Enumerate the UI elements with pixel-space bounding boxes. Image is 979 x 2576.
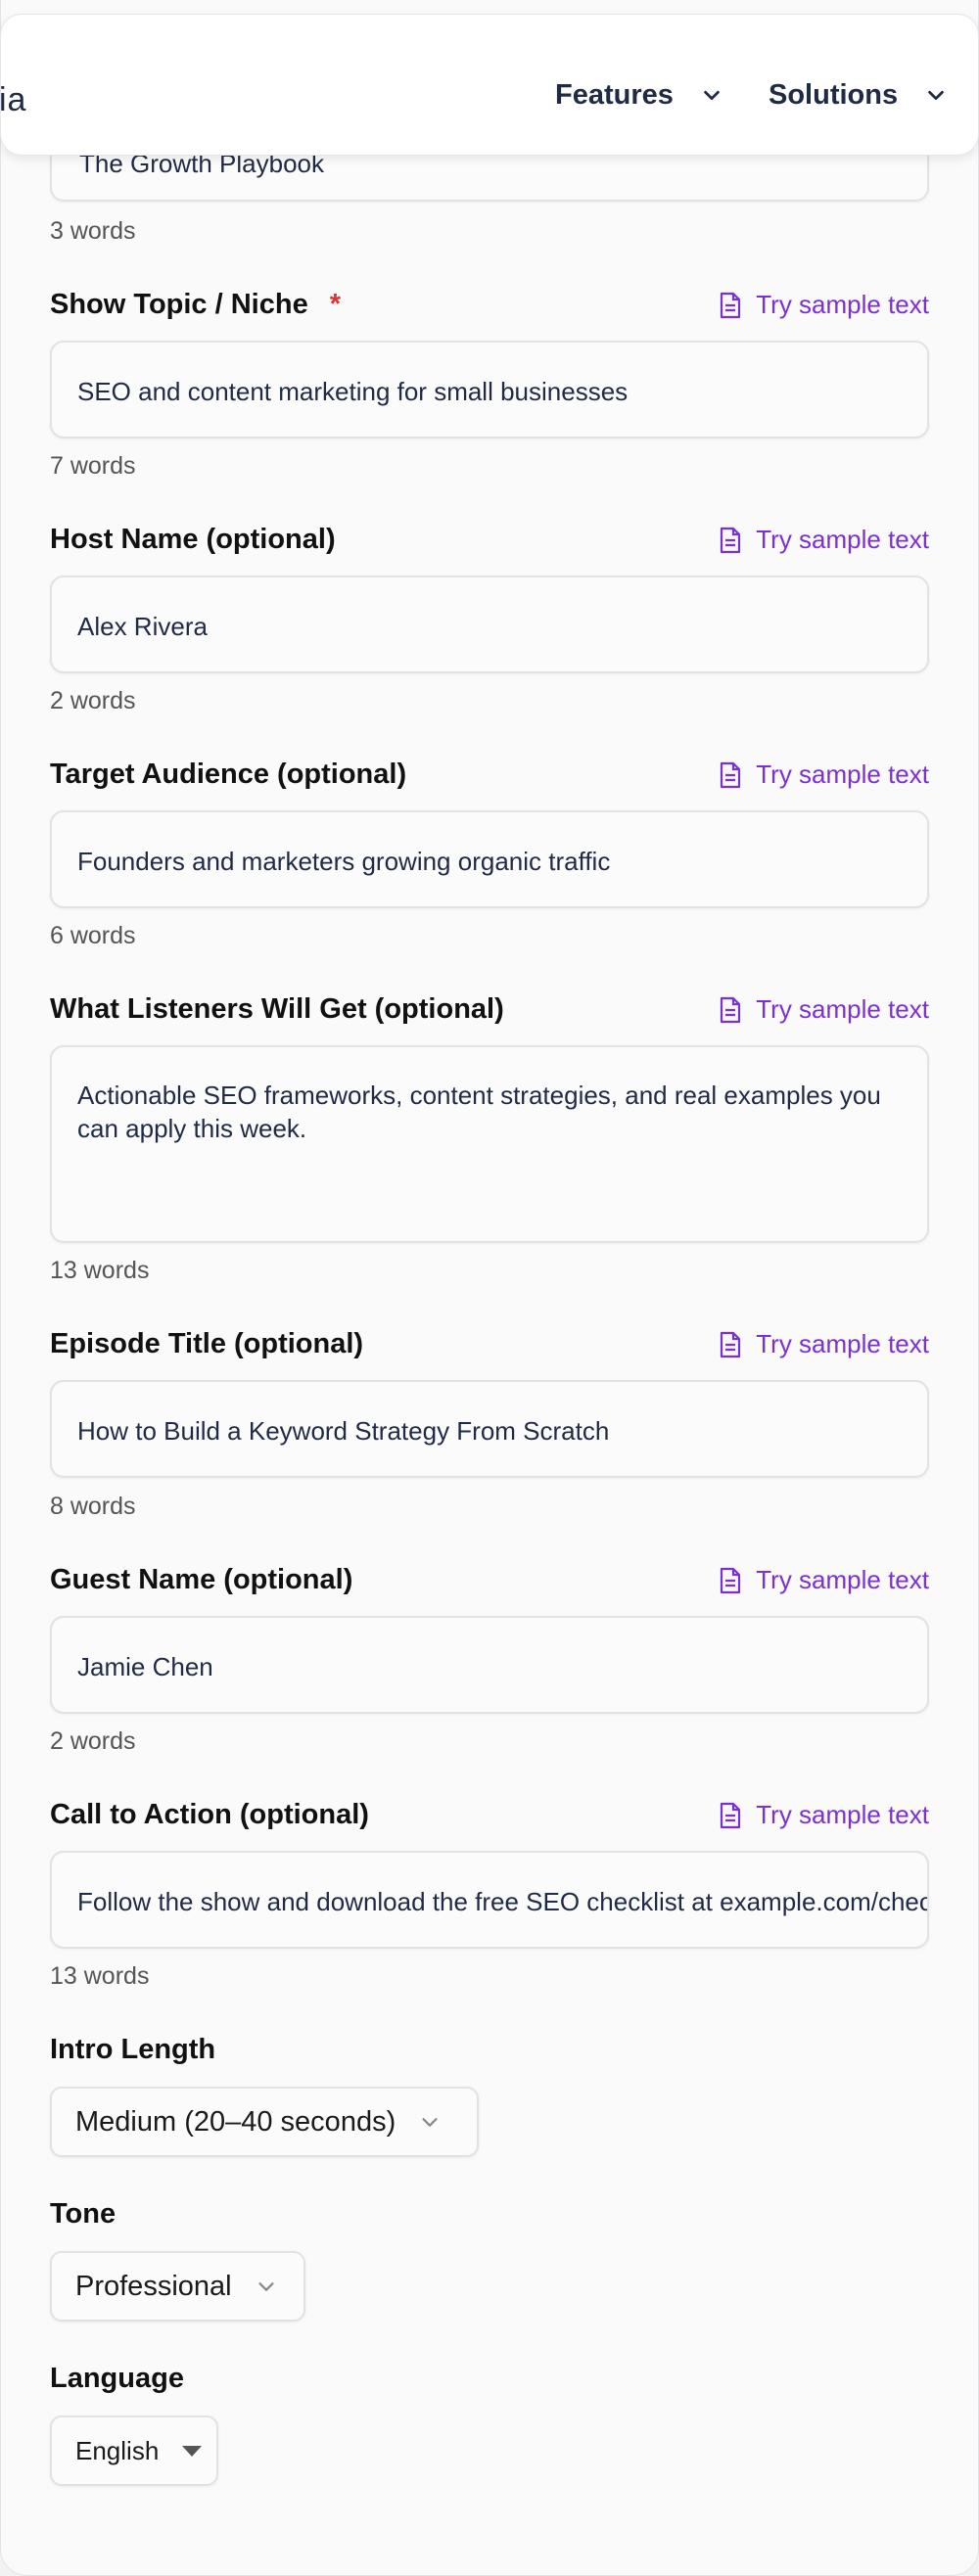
required-marker: * <box>329 289 342 320</box>
intro-length-select[interactable]: Medium (20–40 seconds) <box>50 2087 479 2157</box>
host-name-label: Host Name (optional) <box>50 524 336 555</box>
try-sample-cta[interactable]: Try sample text <box>719 1800 929 1830</box>
guest-name-word-count: 2 words <box>50 1727 136 1755</box>
intro-length-value: Medium (20–40 seconds) <box>75 2105 396 2138</box>
chevron-down-icon <box>928 90 944 101</box>
chevron-down-icon <box>422 2118 438 2127</box>
document-icon <box>721 1331 741 1357</box>
try-sample-label: Try sample text <box>756 1800 929 1829</box>
target-audience-input[interactable]: Founders and marketers growing organic t… <box>50 810 929 908</box>
try-sample-target-audience[interactable]: Try sample text <box>719 759 929 790</box>
document-icon <box>721 996 741 1023</box>
document-icon <box>721 1802 741 1828</box>
try-sample-label: Try sample text <box>756 1329 929 1358</box>
top-navbar: ia Features Solutions <box>0 14 979 156</box>
host-name-word-count: 2 words <box>50 687 136 714</box>
try-sample-label: Try sample text <box>756 290 929 319</box>
chevron-down-icon <box>704 90 720 101</box>
listeners-get-textarea[interactable]: Actionable SEO frameworks, content strat… <box>50 1045 929 1243</box>
document-icon <box>721 527 741 553</box>
intro-length-label: Intro Length <box>50 2034 216 2065</box>
nav-features[interactable]: Features <box>555 75 723 115</box>
cta-word-count: 13 words <box>50 1962 150 1990</box>
tone-select[interactable]: Professional <box>50 2251 305 2322</box>
episode-title-word-count: 8 words <box>50 1493 136 1520</box>
host-name-input[interactable]: Alex Rivera <box>50 575 929 673</box>
try-sample-show-topic[interactable]: Try sample text <box>719 290 929 320</box>
nav-features-label: Features <box>555 78 674 111</box>
try-sample-label: Try sample text <box>756 994 929 1024</box>
listeners-get-word-count: 13 words <box>50 1257 150 1284</box>
listeners-get-label: What Listeners Will Get (optional) <box>50 993 504 1025</box>
cta-input[interactable]: Follow the show and download the free SE… <box>50 1851 929 1949</box>
try-sample-listeners-get[interactable]: Try sample text <box>719 994 929 1025</box>
triangle-down-icon <box>182 2445 203 2457</box>
episode-title-label: Episode Title (optional) <box>50 1328 364 1359</box>
try-sample-host-name[interactable]: Try sample text <box>719 525 929 555</box>
cta-label: Call to Action (optional) <box>50 1799 369 1830</box>
language-label: Language <box>50 2363 184 2394</box>
chevron-down-icon <box>258 2282 274 2291</box>
guest-name-label: Guest Name (optional) <box>50 1564 353 1595</box>
try-sample-episode-title[interactable]: Try sample text <box>719 1329 929 1359</box>
nav-solutions-label: Solutions <box>769 78 899 111</box>
nav-solutions[interactable]: Solutions <box>769 75 947 115</box>
target-audience-word-count: 6 words <box>50 922 136 949</box>
show-topic-label: Show Topic / Niche * <box>50 289 342 320</box>
try-sample-label: Try sample text <box>756 759 929 789</box>
language-value: English <box>75 2435 160 2465</box>
tone-label: Tone <box>50 2198 117 2230</box>
logo[interactable]: ia <box>0 81 26 119</box>
document-icon <box>721 1567 741 1593</box>
target-audience-label: Target Audience (optional) <box>50 759 407 790</box>
try-sample-guest-name[interactable]: Try sample text <box>719 1565 929 1595</box>
try-sample-label: Try sample text <box>756 525 929 554</box>
tone-value: Professional <box>75 2270 232 2302</box>
show-topic-input[interactable]: SEO and content marketing for small busi… <box>50 341 929 438</box>
guest-name-input[interactable]: Jamie Chen <box>50 1616 929 1714</box>
episode-title-input[interactable]: How to Build a Keyword Strategy From Scr… <box>50 1380 929 1478</box>
document-icon <box>721 761 741 788</box>
document-icon <box>721 292 741 318</box>
try-sample-label: Try sample text <box>756 1565 929 1594</box>
show-topic-word-count: 7 words <box>50 452 136 480</box>
show-name-word-count: 3 words <box>50 217 136 245</box>
language-select[interactable]: English <box>50 2415 218 2486</box>
